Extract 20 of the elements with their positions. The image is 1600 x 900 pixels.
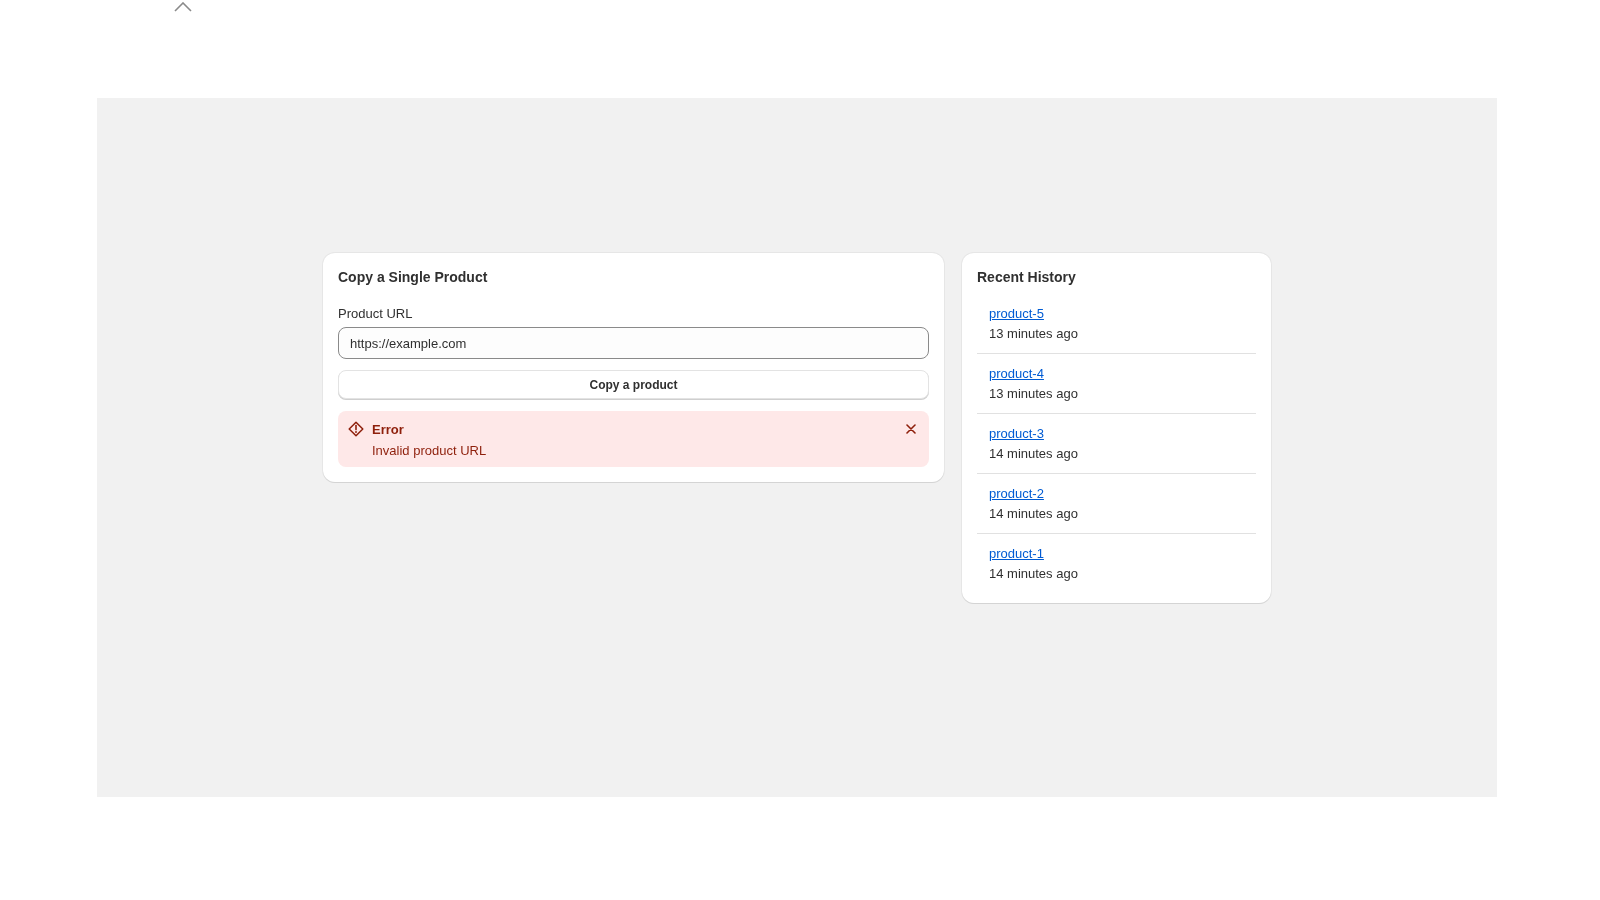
warning-diamond-icon: [348, 421, 364, 437]
product-url-field[interactable]: https://example.com: [338, 327, 929, 359]
timestamp: 14 minutes ago: [989, 566, 1079, 581]
product-link[interactable]: product-2: [989, 486, 1044, 501]
product-link[interactable]: product-1: [989, 546, 1044, 561]
error-title: Error: [372, 421, 405, 437]
timestamp: 13 minutes ago: [989, 326, 1079, 341]
card-title: Copy a Single Product: [338, 269, 489, 285]
error-message: Invalid product URL: [372, 443, 488, 458]
product-link[interactable]: product-4: [989, 366, 1044, 381]
card-title: Recent History: [977, 269, 1077, 285]
field-label: Product URL: [338, 306, 414, 321]
product-link[interactable]: product-5: [989, 306, 1044, 321]
close-icon[interactable]: [906, 424, 916, 434]
copy-product-button[interactable]: Copy a product: [338, 370, 929, 399]
product-link[interactable]: product-3: [989, 426, 1044, 441]
chevron-up-icon[interactable]: [174, 2, 192, 12]
timestamp: 14 minutes ago: [989, 506, 1079, 521]
timestamp: 14 minutes ago: [989, 446, 1079, 461]
timestamp: 13 minutes ago: [989, 386, 1079, 401]
